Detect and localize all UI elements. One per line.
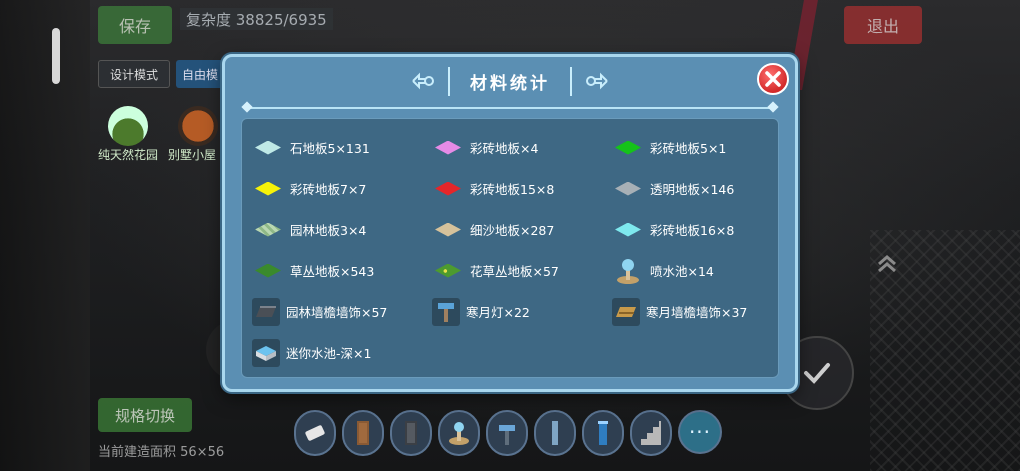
header-divider	[249, 107, 771, 109]
hotbar-slot-lamp[interactable]	[486, 410, 528, 456]
material-item: 彩砖地板7×7	[252, 168, 432, 209]
grass-floor-tile-icon	[252, 256, 284, 286]
preset-garden-thumbnail[interactable]	[108, 106, 148, 146]
red-floor-tile-icon	[432, 174, 464, 204]
hotbar-slot-column[interactable]	[534, 410, 576, 456]
material-label: 彩砖地板15×8	[470, 182, 555, 197]
material-label: 彩砖地板×4	[470, 141, 539, 156]
more-dots-icon: ···	[688, 420, 712, 444]
material-item: 草丛地板×543	[252, 250, 432, 291]
material-item: 喷水池×14	[612, 250, 782, 291]
material-item: 彩砖地板×4	[432, 127, 612, 168]
hotbar-slot-eraser[interactable]	[294, 410, 336, 456]
free-mode-button[interactable]: 自由模	[176, 60, 224, 88]
fountain-icon	[449, 422, 469, 445]
blue-column-icon	[598, 421, 608, 445]
eraser-icon	[305, 425, 325, 441]
material-item: 园林地板3×4	[252, 209, 432, 250]
preset-cottage-thumbnail[interactable]	[178, 106, 218, 146]
scene-pillar	[0, 0, 90, 471]
item-hotbar: ···	[294, 410, 722, 464]
title-ornament-right-icon	[584, 70, 610, 92]
complexity-label: 复杂度 38825/6935	[180, 8, 333, 30]
column-icon	[552, 421, 558, 445]
hotbar-slot-stairs[interactable]	[630, 410, 672, 456]
material-label: 花草丛地板×57	[470, 264, 559, 279]
check-icon	[804, 363, 830, 384]
chevron-up-icon[interactable]	[872, 248, 902, 278]
material-item: 透明地板×146	[612, 168, 782, 209]
sand-floor-tile-icon	[432, 215, 464, 245]
material-label: 园林地板3×4	[290, 223, 367, 238]
material-item: 寒月墙檐墙饰×37	[612, 291, 782, 332]
material-item: 细沙地板×287	[432, 209, 612, 250]
build-area-text: 当前建造面积 56×56	[98, 445, 225, 460]
material-label: 透明地板×146	[650, 182, 735, 197]
yellow-floor-tile-icon	[252, 174, 284, 204]
material-item: 石地板5×131	[252, 127, 432, 168]
spec-switch-button[interactable]: 规格切换	[98, 398, 192, 432]
garden-eave-icon	[252, 297, 280, 326]
material-item: 彩砖地板15×8	[432, 168, 612, 209]
material-label: 草丛地板×543	[290, 264, 375, 279]
lamp-icon	[499, 425, 515, 445]
hotbar-slot-fountain[interactable]	[438, 410, 480, 456]
material-label: 园林墙檐墙饰×57	[286, 305, 388, 320]
exit-button[interactable]: 退出	[844, 6, 922, 44]
dialog-header: 材料统计	[225, 66, 795, 96]
mini-pool-icon	[252, 338, 280, 367]
hotbar-slot-dark-door[interactable]	[390, 410, 432, 456]
dark-door-icon	[405, 421, 417, 445]
material-item: 园林墙檐墙饰×57	[252, 291, 432, 332]
material-label: 细沙地板×287	[470, 223, 555, 238]
fountain-icon	[612, 256, 644, 286]
light-cyan-floor-tile-icon	[612, 215, 644, 245]
materials-grid: 石地板5×131 彩砖地板×4 彩砖地板5×1 彩砖地板7×7 彩砖地板15×8…	[252, 127, 782, 373]
material-label: 石地板5×131	[290, 141, 370, 156]
stairs-icon	[641, 421, 661, 445]
material-item: 彩砖地板16×8	[612, 209, 782, 250]
material-stats-dialog: 材料统计 石地板5×131 彩砖地板×4 彩砖地板5×1 彩砖地板7×7 彩砖地…	[222, 54, 798, 392]
hotbar-slot-wood-door[interactable]	[342, 410, 384, 456]
flower-grass-floor-tile-icon	[432, 256, 464, 286]
material-label: 喷水池×14	[650, 264, 714, 279]
save-button[interactable]: 保存	[98, 6, 172, 44]
material-item: 寒月灯×22	[432, 291, 612, 332]
pale-cyan-floor-tile-icon	[252, 133, 284, 163]
material-item: 迷你水池-深×1	[252, 332, 432, 373]
hotbar-slot-blue-column[interactable]	[582, 410, 624, 456]
material-label: 寒月墙檐墙饰×37	[646, 305, 748, 320]
material-label: 彩砖地板16×8	[650, 223, 735, 238]
material-item: 彩砖地板5×1	[612, 127, 782, 168]
close-button[interactable]	[757, 63, 789, 95]
moon-eave-icon	[612, 297, 640, 326]
garden-floor-tile-icon	[252, 215, 284, 245]
material-label: 彩砖地板7×7	[290, 182, 367, 197]
gray-floor-tile-icon	[612, 174, 644, 204]
title-ornament-left-icon	[410, 70, 436, 92]
dialog-title: 材料统计	[448, 66, 572, 96]
close-icon	[765, 71, 781, 87]
material-item: 花草丛地板×57	[432, 250, 612, 291]
more-items-button[interactable]: ···	[678, 410, 722, 454]
material-label: 迷你水池-深×1	[286, 346, 372, 361]
material-label: 彩砖地板5×1	[650, 141, 727, 156]
pink-floor-tile-icon	[432, 133, 464, 163]
preset-garden-label: 纯天然花园	[98, 148, 159, 162]
wood-door-icon	[357, 421, 369, 445]
materials-panel: 石地板5×131 彩砖地板×4 彩砖地板5×1 彩砖地板7×7 彩砖地板15×8…	[241, 118, 779, 378]
moon-lamp-icon	[432, 297, 460, 326]
design-mode-button[interactable]: 设计模式	[98, 60, 170, 88]
side-menu-handle[interactable]	[52, 28, 60, 84]
material-label: 寒月灯×22	[466, 305, 530, 320]
green-floor-tile-icon	[612, 133, 644, 163]
